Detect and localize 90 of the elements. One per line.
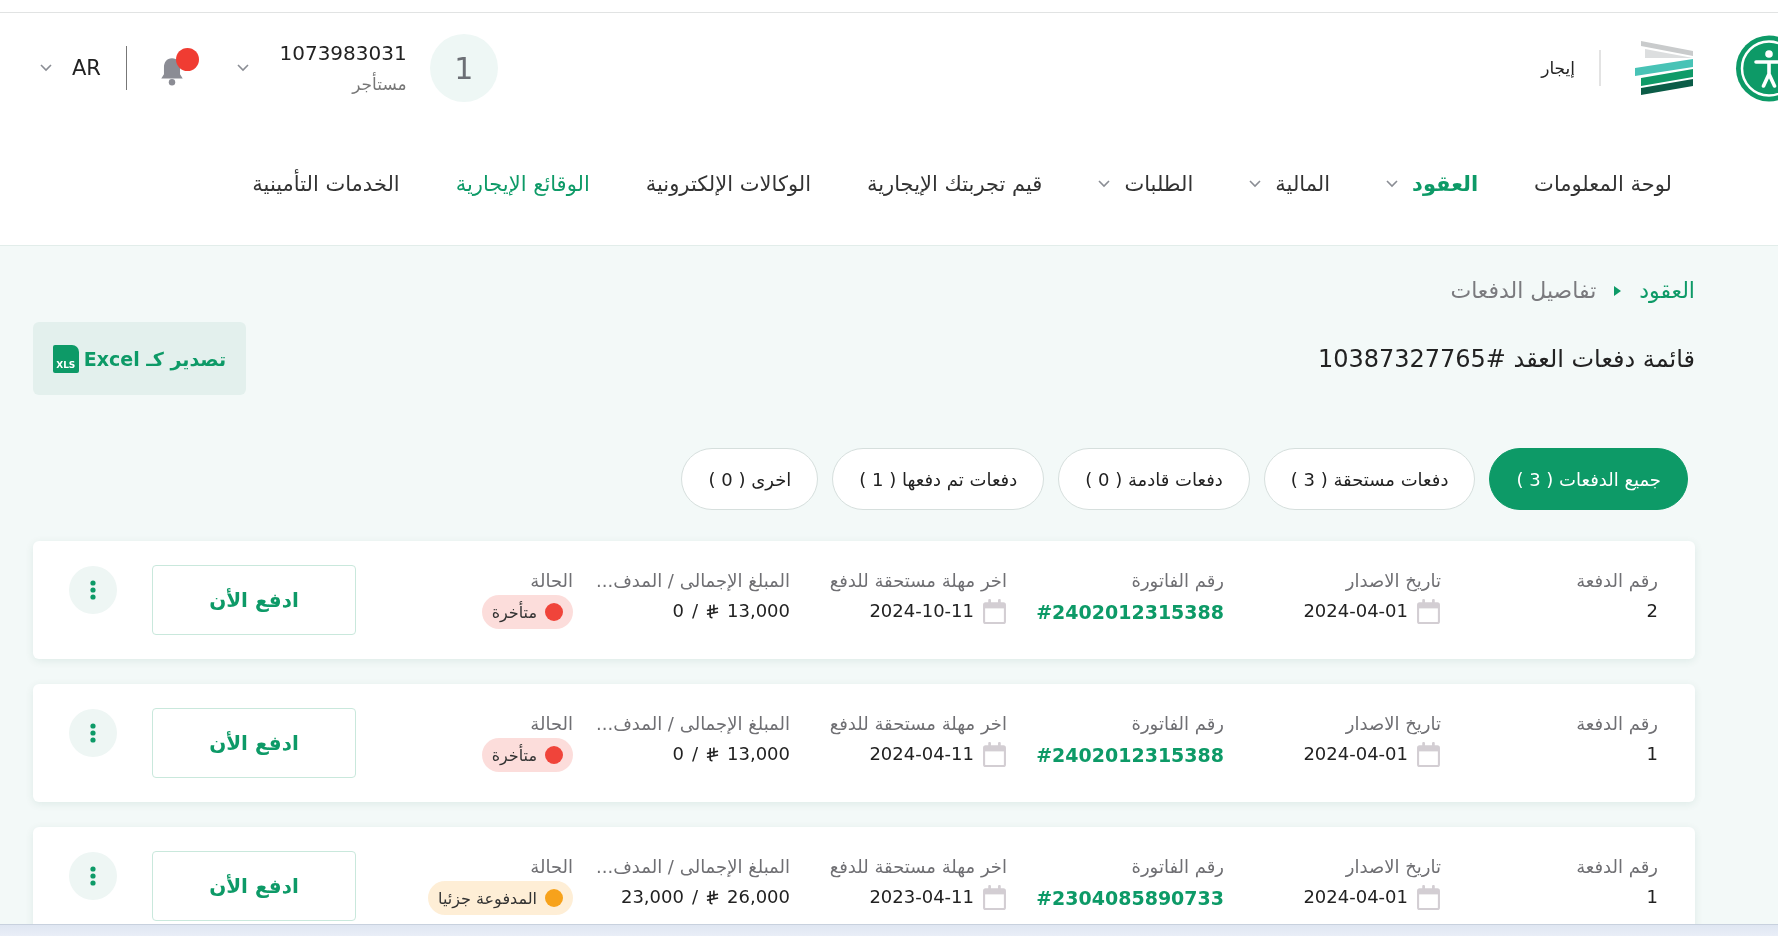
chevron-down-icon[interactable] bbox=[237, 64, 250, 72]
field-label: رقم الفاتورة bbox=[1131, 855, 1224, 879]
filter-tab[interactable]: جميع الدفعات ( 3 ) bbox=[1489, 448, 1688, 510]
calendar-icon bbox=[1416, 598, 1441, 624]
total-amount: 13,000 bbox=[727, 599, 790, 623]
vertical-dots-icon bbox=[90, 866, 96, 886]
currency-sign-icon bbox=[706, 889, 719, 905]
nav-item[interactable]: الوكالات الإلكترونية bbox=[645, 172, 811, 196]
pay-now-button[interactable]: ادفع الأن bbox=[152, 565, 356, 635]
logo[interactable] bbox=[1635, 41, 1695, 95]
bell-icon[interactable] bbox=[159, 56, 186, 86]
nav-item[interactable]: العقود bbox=[1386, 172, 1479, 196]
filter-tab[interactable]: دفعات مستحقة ( 3 ) bbox=[1263, 448, 1476, 510]
calendar-icon bbox=[982, 598, 1007, 624]
amount-separator: / bbox=[691, 742, 698, 766]
pay-now-button[interactable]: ادفع الأن bbox=[152, 851, 356, 921]
field-label: رقم الدفعة bbox=[1576, 569, 1658, 593]
user-id: 1073983031 bbox=[279, 41, 407, 65]
chevron-down-icon[interactable] bbox=[40, 64, 52, 72]
field-label: رقم الدفعة bbox=[1576, 712, 1658, 736]
paid-amount: 23,000 bbox=[620, 885, 684, 909]
filter-tab[interactable]: دفعات قادمة ( 0 ) bbox=[1058, 448, 1250, 510]
field-label: المبلغ الإجمالى / المدف... bbox=[595, 569, 790, 593]
nav-item[interactable]: لوحة المعلومات bbox=[1534, 172, 1672, 196]
nav-item[interactable]: قيم تجربتك الإيجارية bbox=[866, 172, 1043, 196]
user-role: مستأجر bbox=[352, 73, 407, 95]
caret-icon bbox=[1614, 286, 1622, 296]
field-value: 2 bbox=[1646, 599, 1658, 623]
brand-name: إيجار bbox=[1541, 58, 1575, 78]
invoice-number-link[interactable]: #2304085890733 bbox=[1036, 884, 1224, 912]
file-icon: XLS bbox=[52, 344, 79, 373]
breadcrumb-current-page: تفاصيل الدفعات bbox=[1450, 278, 1597, 304]
invoice-number-link[interactable]: #2402012315388 bbox=[1036, 741, 1224, 769]
field-label: المبلغ الإجمالى / المدف... bbox=[595, 712, 790, 736]
calendar-icon bbox=[1416, 741, 1441, 767]
chevron-down-icon[interactable] bbox=[1098, 180, 1111, 188]
paid-amount: 0 bbox=[672, 599, 684, 623]
field-value: 1 bbox=[1646, 742, 1658, 766]
paid-amount: 0 bbox=[672, 742, 684, 766]
page-title: قائمة دفعات العقد #10387327765 bbox=[1317, 344, 1695, 373]
nav-item[interactable]: الوقائع الإيجارية bbox=[455, 172, 590, 196]
status-text: المدفوعة جزئيا bbox=[438, 888, 537, 908]
date-value: 2024-04-01 bbox=[1303, 885, 1408, 909]
field-label: رقم الفاتورة bbox=[1131, 569, 1224, 593]
chevron-down-icon[interactable] bbox=[1249, 180, 1262, 188]
field-label: تاريخ الاصدار bbox=[1345, 569, 1441, 593]
more-options-button[interactable] bbox=[69, 709, 117, 757]
amount-separator: / bbox=[691, 885, 698, 909]
currency-sign-icon bbox=[706, 746, 719, 762]
breadcrumb-link[interactable]: العقود bbox=[1639, 278, 1695, 304]
date-value: 2023-04-11 bbox=[869, 885, 974, 909]
total-amount: 26,000 bbox=[727, 885, 790, 909]
field-label: اخر مهلة مستحقة للدفع bbox=[829, 712, 1007, 736]
field-label: تاريخ الاصدار bbox=[1345, 712, 1441, 736]
field-label: اخر مهلة مستحقة للدفع bbox=[829, 855, 1007, 879]
calendar-icon bbox=[982, 884, 1007, 910]
calendar-icon bbox=[982, 741, 1007, 767]
filter-tab[interactable]: اخرى ( 0 ) bbox=[681, 448, 819, 510]
field-value: 1 bbox=[1646, 885, 1658, 909]
currency-sign-icon bbox=[706, 603, 719, 619]
more-options-button[interactable] bbox=[69, 566, 117, 614]
date-value: 2024-10-11 bbox=[869, 599, 974, 623]
date-value: 2024-04-01 bbox=[1303, 742, 1408, 766]
vertical-dots-icon bbox=[90, 580, 96, 600]
field-label: الحالة bbox=[530, 569, 573, 593]
field-label: رقم الدفعة bbox=[1576, 855, 1658, 879]
filter-tab[interactable]: دفعات تم دفعها ( 1 ) bbox=[832, 448, 1045, 510]
total-amount: 13,000 bbox=[727, 742, 790, 766]
status-text: متأخرة bbox=[491, 745, 537, 765]
date-value: 2024-04-11 bbox=[869, 742, 974, 766]
nav-item[interactable]: الطلبات bbox=[1098, 172, 1194, 196]
field-label: المبلغ الإجمالى / المدف... bbox=[595, 855, 790, 879]
user-avatar[interactable]: 1 bbox=[429, 34, 498, 102]
field-label: الحالة bbox=[530, 855, 573, 879]
date-value: 2024-04-01 bbox=[1303, 599, 1408, 623]
chevron-down-icon[interactable] bbox=[1386, 180, 1399, 188]
language-selector[interactable]: AR bbox=[40, 56, 101, 80]
field-label: اخر مهلة مستحقة للدفع bbox=[829, 569, 1007, 593]
accessibility-icon[interactable] bbox=[1735, 34, 1778, 102]
more-options-button[interactable] bbox=[69, 852, 117, 900]
vertical-dots-icon bbox=[90, 723, 96, 743]
field-label: الحالة bbox=[530, 712, 573, 736]
nav-item[interactable]: المالية bbox=[1249, 172, 1331, 196]
invoice-number-link[interactable]: #2402012315388 bbox=[1036, 598, 1224, 626]
field-label: تاريخ الاصدار bbox=[1345, 855, 1441, 879]
calendar-icon bbox=[1416, 884, 1441, 910]
status-text: متأخرة bbox=[491, 602, 537, 622]
amount-separator: / bbox=[691, 599, 698, 623]
pay-now-button[interactable]: ادفع الأن bbox=[152, 708, 356, 778]
field-label: رقم الفاتورة bbox=[1131, 712, 1224, 736]
